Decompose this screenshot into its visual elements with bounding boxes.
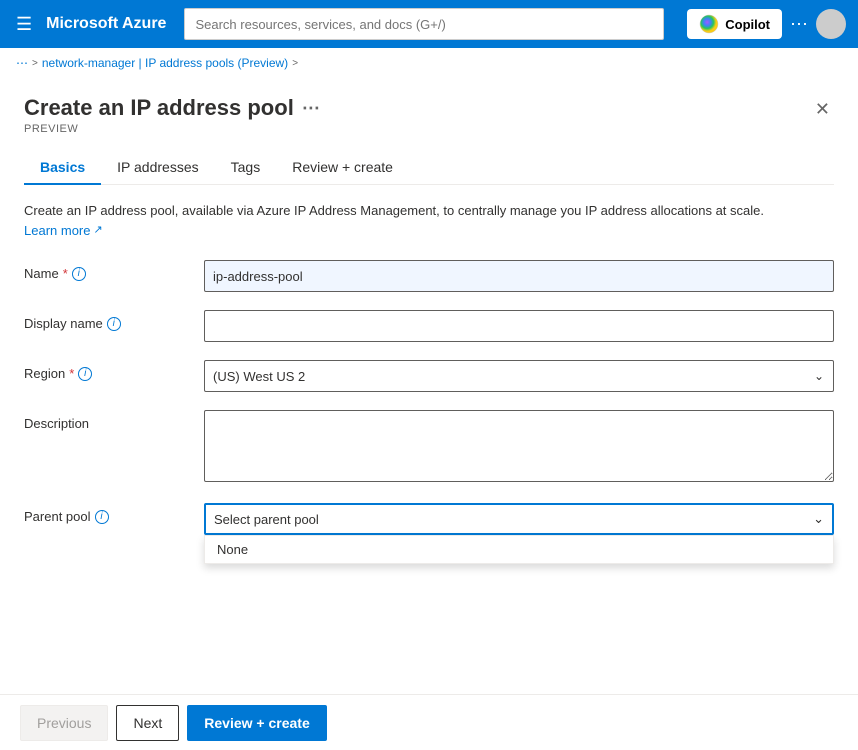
form-row-description: Description [24, 410, 834, 485]
form-label-display-name: Display name i [24, 310, 184, 331]
region-select-wrapper: (US) East US (US) East US 2 (US) West US… [204, 360, 834, 392]
form-control-region: (US) East US (US) East US 2 (US) West US… [204, 360, 834, 392]
topbar-more-icon[interactable]: ⋯ [790, 14, 808, 35]
breadcrumb-chevron-2: > [292, 58, 298, 69]
form-row-name: Name * i [24, 260, 834, 292]
page-title-group: Create an IP address pool ⋯ PREVIEW [24, 95, 320, 135]
form-control-name [204, 260, 834, 292]
page-content: Create an IP address pool ⋯ PREVIEW ✕ Ba… [0, 79, 858, 551]
learn-more-link[interactable]: Learn more ↗ [24, 221, 103, 241]
breadcrumb-ellipsis[interactable]: ⋯ [16, 56, 28, 70]
previous-button: Previous [20, 705, 108, 741]
form: Name * i Display name i Region * i [24, 260, 834, 535]
required-star-name: * [63, 266, 68, 281]
form-control-display-name [204, 310, 834, 342]
tab-ip-addresses[interactable]: IP addresses [101, 151, 214, 185]
form-label-region: Region * i [24, 360, 184, 381]
search-input[interactable] [184, 8, 664, 40]
parent-pool-dropdown-button[interactable]: Select parent pool ⌄ [204, 503, 834, 535]
info-icon-display-name[interactable]: i [107, 317, 121, 331]
form-label-name: Name * i [24, 260, 184, 281]
parent-pool-dropdown: Select parent pool ⌄ None [204, 503, 834, 535]
hamburger-menu-icon[interactable]: ☰ [12, 10, 36, 39]
external-link-icon: ↗ [93, 222, 102, 239]
form-row-display-name: Display name i [24, 310, 834, 342]
info-icon-name[interactable]: i [72, 267, 86, 281]
region-select[interactable]: (US) East US (US) East US 2 (US) West US… [204, 360, 834, 392]
parent-pool-option-none[interactable]: None [205, 536, 833, 563]
info-icon-parent-pool[interactable]: i [95, 510, 109, 524]
topbar: ☰ Microsoft Azure Copilot ⋯ [0, 0, 858, 48]
parent-pool-chevron-icon: ⌄ [813, 511, 824, 527]
form-row-region: Region * i (US) East US (US) East US 2 (… [24, 360, 834, 392]
footer: Previous Next Review + create [0, 694, 858, 750]
copilot-label: Copilot [725, 17, 770, 32]
form-control-description [204, 410, 834, 485]
form-row-parent-pool: Parent pool i Select parent pool ⌄ None [24, 503, 834, 535]
topbar-right: Copilot ⋯ [687, 9, 846, 39]
description-text: Create an IP address pool, available via… [24, 201, 834, 240]
tab-review-create[interactable]: Review + create [276, 151, 409, 185]
tabs: Basics IP addresses Tags Review + create [24, 151, 834, 185]
page-title: Create an IP address pool ⋯ [24, 95, 320, 121]
description-textarea[interactable] [204, 410, 834, 482]
parent-pool-dropdown-menu: None [204, 535, 834, 564]
user-avatar[interactable] [816, 9, 846, 39]
next-button[interactable]: Next [116, 705, 179, 741]
form-label-description: Description [24, 410, 184, 431]
breadcrumb-link[interactable]: network-manager | IP address pools (Prev… [42, 56, 288, 70]
brand-label: Microsoft Azure [46, 15, 166, 33]
form-control-parent-pool: Select parent pool ⌄ None [204, 503, 834, 535]
form-label-parent-pool: Parent pool i [24, 503, 184, 524]
display-name-input[interactable] [204, 310, 834, 342]
tab-tags[interactable]: Tags [215, 151, 277, 185]
required-star-region: * [69, 366, 74, 381]
info-icon-region[interactable]: i [78, 367, 92, 381]
preview-badge: PREVIEW [24, 123, 320, 135]
page-header: Create an IP address pool ⋯ PREVIEW ✕ [24, 95, 834, 135]
name-input[interactable] [204, 260, 834, 292]
review-create-button[interactable]: Review + create [187, 705, 326, 741]
copilot-button[interactable]: Copilot [687, 9, 782, 39]
tab-basics[interactable]: Basics [24, 151, 101, 185]
breadcrumb-chevron-1: > [32, 58, 38, 69]
copilot-icon [699, 14, 719, 34]
page-more-icon[interactable]: ⋯ [302, 98, 320, 119]
close-button[interactable]: ✕ [811, 95, 834, 124]
parent-pool-selected-value: Select parent pool [214, 512, 319, 527]
breadcrumb: ⋯ > network-manager | IP address pools (… [0, 48, 858, 79]
